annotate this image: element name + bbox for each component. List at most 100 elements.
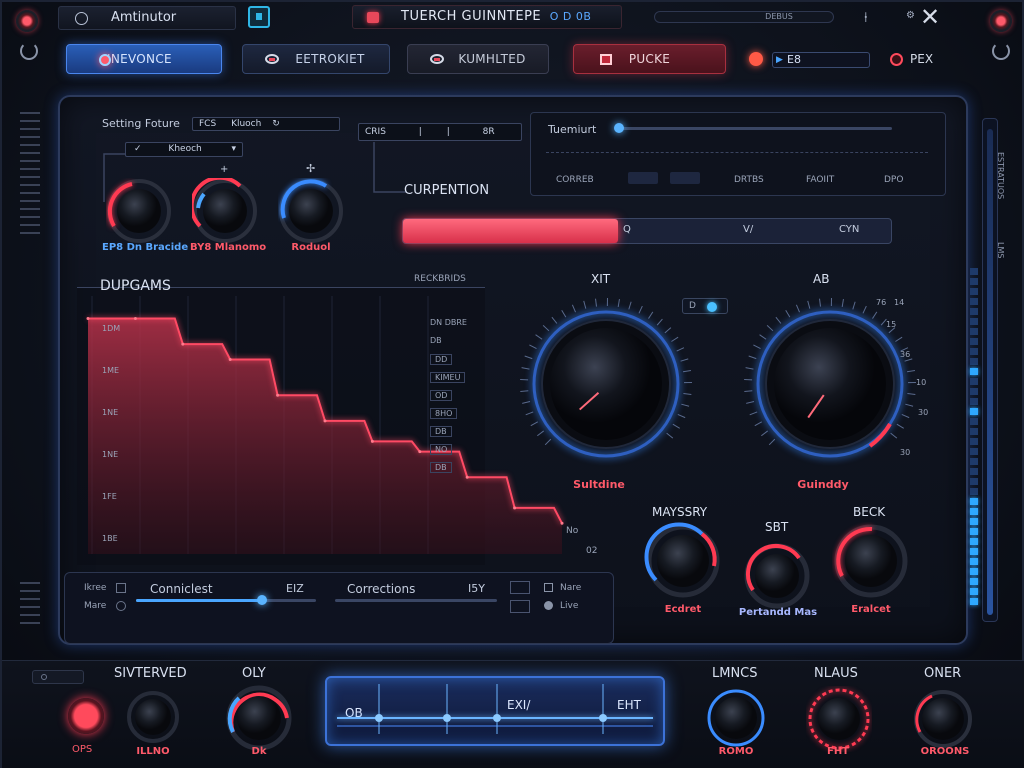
meter-segment <box>970 488 978 495</box>
chart-right-labels: DN DBRE DB DD KIMEU OD 8HO DB NO DB <box>426 318 474 478</box>
record-led-icon[interactable] <box>749 52 763 66</box>
meter-segment <box>970 578 978 585</box>
close-icon[interactable]: ✕ <box>920 4 940 30</box>
bar-label: Q <box>623 224 631 235</box>
meter-segment <box>970 458 978 465</box>
slider-conniclest[interactable] <box>136 595 316 605</box>
refresh-icon[interactable]: ↻ <box>272 119 280 129</box>
bottom-mini-button[interactable] <box>32 670 84 684</box>
chart-point <box>370 439 374 443</box>
bottom-knob-label: ROMO <box>718 746 754 757</box>
transport-field[interactable]: E8 <box>772 52 870 68</box>
grid-icon[interactable] <box>510 581 530 594</box>
curpention-bar[interactable]: Q V/ CYN <box>402 218 892 244</box>
option-radio[interactable] <box>116 601 126 611</box>
knob-oner[interactable] <box>912 688 974 750</box>
settings-dot-icon[interactable]: ⚙ <box>906 10 915 21</box>
tab-inevonce[interactable]: INEVONCE <box>66 44 222 74</box>
grid-icon[interactable] <box>510 600 530 613</box>
knob-tick <box>521 367 530 370</box>
mid-knob-title: MAYSSRY <box>652 505 708 519</box>
connections-panel <box>64 572 614 644</box>
preset-name: TUERCH GUINNTEPE <box>401 9 542 24</box>
knob-illno[interactable] <box>126 690 180 744</box>
knob-tick <box>677 414 686 419</box>
meter-segment <box>970 558 978 565</box>
knob-byb[interactable] <box>192 178 258 244</box>
knob-eps[interactable] <box>106 178 172 244</box>
option-checkbox[interactable] <box>544 583 553 592</box>
readout-chip[interactable] <box>670 172 700 184</box>
tab-active-dot-icon <box>99 54 111 66</box>
pin-icon[interactable]: ⍿ <box>864 10 868 26</box>
option-radio[interactable] <box>544 601 553 610</box>
meter-segment <box>970 378 978 385</box>
knob-tick <box>682 370 692 373</box>
pex-toggle[interactable]: PEX <box>890 52 933 66</box>
setting-field[interactable]: FCS Kluoch ↻ <box>192 117 340 131</box>
readout-slider-thumb[interactable] <box>614 123 624 133</box>
setting-dropdown[interactable]: ✓ Kheoch ▾ <box>125 142 243 157</box>
curpention-segment[interactable]: CRIS | | 8R <box>358 123 522 141</box>
chart-side-label: 8HO <box>430 408 458 419</box>
app-window: Amtinutor TUERCH GUINNTEPE O D 0B DEBUS … <box>0 0 1024 768</box>
knob-tick <box>656 318 663 326</box>
tab-pucke[interactable]: PUCKE <box>573 44 726 74</box>
readout-slider[interactable] <box>614 123 892 133</box>
preset-title[interactable]: TUERCH GUINNTEPE O D 0B <box>352 5 622 29</box>
knob-roduol[interactable] <box>278 178 344 244</box>
knob-scale-label: 10 <box>916 378 927 387</box>
app-title-text: Amtinutor <box>111 10 177 25</box>
knob-mayssry[interactable] <box>644 522 722 600</box>
segment-label: CRIS <box>365 127 386 137</box>
power-ring-icon-right[interactable] <box>992 42 1010 60</box>
knob-sbt[interactable] <box>743 542 811 610</box>
toggle-switch[interactable]: D <box>682 298 728 314</box>
tab-eetrokiet[interactable]: EETROKIET <box>242 44 390 74</box>
tab-label: KUMHLTED <box>458 52 526 66</box>
knob-beck[interactable] <box>832 522 910 600</box>
chart-side-label: OD <box>430 390 453 401</box>
display-panel: OB EXI/ EHT <box>325 676 665 746</box>
knob-oly[interactable] <box>225 684 293 752</box>
tick-icon: ✢ <box>306 162 316 175</box>
option-checkbox[interactable] <box>116 583 126 593</box>
knob-lmncs[interactable] <box>706 688 766 748</box>
meter-segment <box>970 538 978 545</box>
readout-chip[interactable] <box>628 172 658 184</box>
meter-segment <box>970 438 978 445</box>
slider1-label: Conniclest <box>150 582 213 596</box>
option-label: Mare <box>84 601 107 611</box>
circle-icon <box>75 12 88 25</box>
display-waveform <box>337 684 653 734</box>
knob-tick <box>648 311 654 319</box>
big-knob-title: AB <box>813 272 830 286</box>
slider1-thumb[interactable] <box>257 595 267 605</box>
top-slider[interactable]: DEBUS <box>654 11 834 23</box>
knob-scale-label: 30 <box>900 448 911 457</box>
meter-segment <box>970 388 978 395</box>
tab-kumhlted[interactable]: KUMHLTED <box>407 44 549 74</box>
slider-corrections[interactable] <box>335 599 497 602</box>
vertical-label: LMS <box>996 242 1005 259</box>
knob-nlaus[interactable] <box>806 686 872 752</box>
setting-title: Setting Foture <box>102 117 180 130</box>
chart-side-label: NO <box>430 444 453 455</box>
mid-knob-label: Eralcet <box>851 604 891 615</box>
knob-tick <box>537 430 545 437</box>
power-button-icon[interactable] <box>68 698 104 734</box>
chart-side-label: DB <box>430 336 442 345</box>
readout-col: DPO <box>884 175 904 185</box>
chart-point <box>323 419 327 423</box>
big-knob-sultdine[interactable] <box>516 294 696 474</box>
chart-side-label: DD <box>430 354 453 365</box>
eye-icon <box>430 54 444 64</box>
mid-knob-label: Ecdret <box>664 604 702 615</box>
save-icon[interactable] <box>248 6 270 28</box>
tick-icon: + <box>220 164 229 175</box>
chart-point <box>418 450 422 454</box>
knob-tick <box>551 316 558 324</box>
readout-col: FAOIIT <box>806 175 835 185</box>
knob-tick <box>595 298 597 307</box>
power-ring-icon[interactable] <box>20 42 38 60</box>
